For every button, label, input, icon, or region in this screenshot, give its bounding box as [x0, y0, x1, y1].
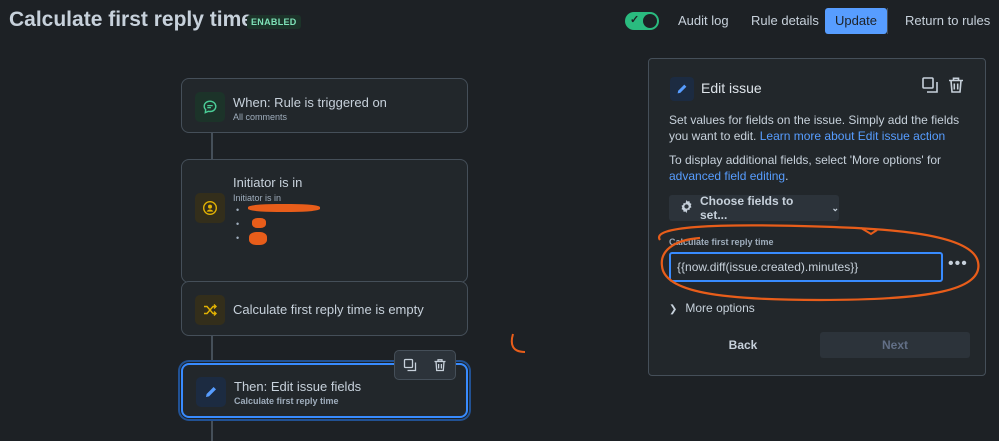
trigger-subtitle: All comments — [233, 112, 288, 122]
advanced-field-editing-link[interactable]: advanced field editing — [669, 169, 785, 183]
field-condition-title: Calculate first reply time is empty — [233, 302, 424, 317]
redaction-scribble — [248, 204, 320, 212]
rule-enabled-toggle[interactable]: ✓ — [625, 12, 659, 30]
more-icon[interactable]: ••• — [948, 255, 968, 273]
additional-text: To display additional fields, select 'Mo… — [669, 153, 942, 167]
choose-fields-button[interactable]: Choose fields to set... ⌄ — [669, 194, 839, 222]
redaction-scribble — [252, 218, 266, 228]
edit-issue-panel: Edit issue Set values for fields on the … — [648, 58, 986, 376]
header-divider — [887, 8, 888, 34]
pencil-icon — [196, 377, 226, 407]
back-button[interactable]: Back — [669, 332, 817, 358]
status-badge: ENABLED — [247, 15, 301, 29]
shuffle-icon — [195, 295, 225, 325]
list-item — [236, 217, 247, 231]
audit-log-button[interactable]: Audit log — [670, 8, 737, 34]
list-item — [236, 203, 247, 217]
initiator-title: Initiator is in — [233, 175, 303, 190]
update-button[interactable]: Update — [825, 8, 887, 34]
check-icon: ✓ — [630, 14, 640, 26]
field-condition-card[interactable]: Calculate first reply time is empty — [181, 281, 468, 336]
action-card-toolbar — [394, 350, 456, 380]
action-title: Then: Edit issue fields — [234, 379, 362, 394]
field-value-input[interactable]: {{now.diff(issue.created).minutes}} — [669, 252, 943, 282]
gear-icon — [679, 199, 694, 217]
panel-additional-info: To display additional fields, select 'Mo… — [669, 152, 969, 184]
panel-description: Set values for fields on the issue. Simp… — [669, 112, 969, 144]
action-subtitle: Calculate first reply time — [234, 396, 339, 406]
trigger-card[interactable]: When: Rule is triggered on All comments — [181, 78, 468, 133]
chevron-down-icon: ⌄ — [831, 202, 839, 213]
copy-icon[interactable] — [921, 76, 939, 99]
more-options-toggle[interactable]: ❯ More options — [669, 301, 755, 315]
trash-icon[interactable] — [430, 355, 450, 375]
return-to-rules-button[interactable]: Return to rules — [897, 8, 998, 34]
comment-icon — [195, 92, 225, 122]
rule-details-button[interactable]: Rule details — [743, 8, 827, 34]
copy-icon[interactable] — [400, 355, 420, 375]
trigger-title: When: Rule is triggered on — [233, 95, 387, 110]
pencil-icon — [670, 77, 694, 101]
user-icon — [195, 193, 225, 223]
more-options-label: More options — [685, 301, 755, 315]
redaction-scribble — [249, 232, 267, 245]
annotation-mark — [510, 333, 526, 353]
choose-fields-label: Choose fields to set... — [700, 194, 794, 222]
field-label: Calculate first reply time — [669, 237, 774, 247]
initiator-user-list — [236, 203, 247, 245]
panel-title: Edit issue — [701, 80, 762, 96]
page-title[interactable]: Calculate first reply time ~ — [9, 8, 271, 32]
period: . — [785, 169, 789, 183]
chevron-right-icon: ❯ — [669, 304, 678, 315]
next-button[interactable]: Next — [820, 332, 970, 358]
initiator-condition-card[interactable]: Initiator is in Initiator is in — [181, 159, 468, 283]
toggle-knob — [643, 14, 657, 28]
list-item — [236, 231, 247, 245]
top-bar: Calculate first reply time ~ ENABLED ✓ A… — [0, 0, 999, 42]
trash-icon[interactable] — [947, 76, 965, 99]
initiator-subtitle: Initiator is in — [233, 193, 282, 203]
learn-more-link[interactable]: Learn more about Edit issue action — [760, 129, 945, 143]
